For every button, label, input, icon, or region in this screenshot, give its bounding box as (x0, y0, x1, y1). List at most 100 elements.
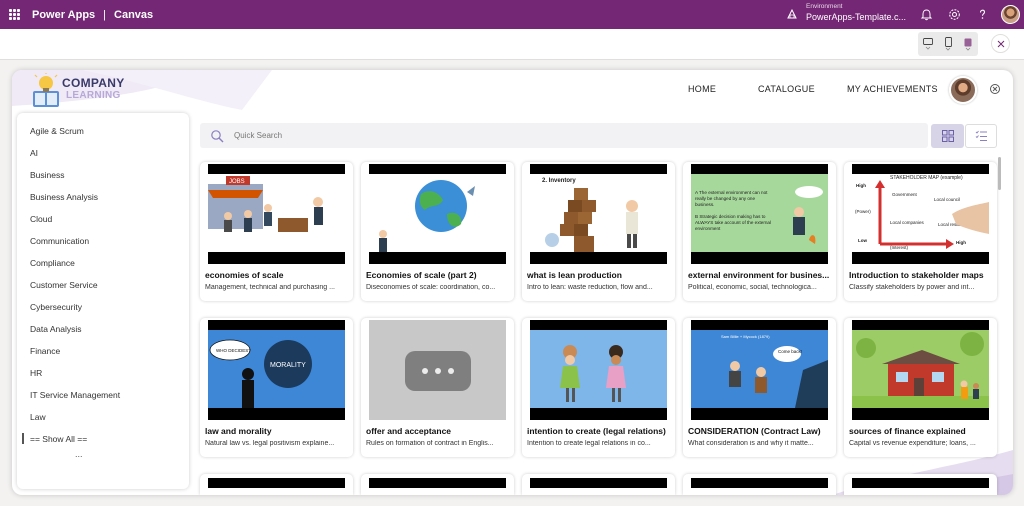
course-thumbnail[interactable] (691, 478, 828, 488)
stakeholder-map-illustration: STAKEHOLDER MAP (example) High (Power) L… (852, 174, 989, 252)
category-cybersecurity[interactable]: Cybersecurity (30, 302, 82, 312)
title-separator: | (103, 8, 107, 21)
logo-line1: COMPANY (62, 76, 125, 90)
course-thumbnail[interactable] (369, 164, 506, 264)
come-back-bubble: Come back! (778, 349, 802, 354)
fit-screen-icon (964, 38, 972, 46)
course-card-offer-and-acceptance[interactable]: offer and acceptance Rules on formation … (361, 318, 514, 457)
course-thumbnail[interactable] (530, 320, 667, 420)
course-thumbnail[interactable]: Sam Billie + Mycock (1879) Come back! (691, 320, 828, 420)
course-description: Natural law vs. legal positivism explain… (205, 440, 335, 447)
course-title: intention to create (legal relations) (527, 426, 666, 436)
course-card-sources-of-finance[interactable]: sources of finance explained Capital vs … (844, 318, 997, 457)
course-thumbnail[interactable] (530, 478, 667, 488)
category-business[interactable]: Business (30, 170, 65, 180)
quick-search-bar[interactable]: Quick Search (200, 123, 928, 148)
globe-illustration (369, 174, 506, 252)
app-launcher-icon[interactable] (9, 9, 20, 20)
course-thumbnail[interactable]: 2. Inventory (530, 164, 667, 264)
category-compliance[interactable]: Compliance (30, 258, 75, 268)
who-decides-label: WHO DECIDES? (216, 348, 251, 353)
chevron-down-icon (925, 46, 931, 50)
app-name: Power Apps (32, 8, 96, 21)
course-card-row3-2[interactable] (361, 474, 514, 495)
course-card-lean-production[interactable]: 2. Inventory what is lean production Int… (522, 162, 675, 301)
thinking-man-illustration (793, 186, 823, 244)
external-environment-slide: A The external environment can not reall… (691, 174, 828, 252)
course-thumbnail[interactable] (369, 320, 506, 420)
stakeholder-government: Government (892, 192, 918, 197)
course-card-external-environment[interactable]: A The external environment can not reall… (683, 162, 836, 301)
more-categories[interactable]: ... (75, 449, 83, 459)
gallery-scrollbar[interactable] (998, 157, 1001, 190)
stakeholder-map-title: STAKEHOLDER MAP (example) (890, 175, 963, 181)
nav-my-achievements[interactable]: MY ACHIEVEMENTS (847, 84, 938, 94)
axis-high-label: High (856, 183, 866, 188)
environment-name: PowerApps-Template.c... (806, 11, 907, 22)
help-icon[interactable] (976, 8, 989, 21)
fit-preview-button[interactable] (961, 35, 975, 53)
tablet-preview-button[interactable] (921, 35, 935, 53)
environment-icon[interactable] (786, 8, 798, 20)
category-ai[interactable]: AI (30, 148, 38, 158)
profile-avatar[interactable] (949, 76, 977, 104)
list-view-button[interactable] (965, 124, 997, 148)
course-thumbnail[interactable] (208, 478, 345, 488)
user-avatar[interactable] (1001, 5, 1020, 24)
category-cloud[interactable]: Cloud (30, 214, 52, 224)
nav-home[interactable]: HOME (688, 84, 716, 94)
course-card-economies-of-scale-part-2[interactable]: Economies of scale (part 2) Diseconomies… (361, 162, 514, 301)
search-icon (211, 130, 224, 143)
course-thumbnail[interactable]: MORALITY WHO DECIDES? (208, 320, 345, 420)
course-description: Diseconomies of scale: coordination, co.… (366, 284, 496, 291)
finance-illustration (852, 330, 989, 408)
category-law[interactable]: Law (30, 412, 46, 422)
course-thumbnail[interactable] (852, 320, 989, 420)
category-show-all[interactable]: == Show All == (30, 434, 87, 444)
course-title: economies of scale (205, 270, 284, 280)
course-thumbnail[interactable]: A The external environment can not reall… (691, 164, 828, 264)
phone-preview-button[interactable] (941, 35, 955, 53)
category-agile-scrum[interactable]: Agile & Scrum (30, 126, 84, 136)
course-card-economies-of-scale[interactable]: JOBS economies of scale Management, tech… (200, 162, 353, 301)
chevron-down-icon (965, 47, 971, 51)
course-card-row3-3[interactable] (522, 474, 675, 495)
course-description: Classify stakeholders by power and int..… (849, 284, 975, 291)
course-card-row3-4[interactable] (683, 474, 836, 495)
course-description: Political, economic, social, technologic… (688, 284, 817, 291)
course-title: law and morality (205, 426, 272, 436)
course-thumbnail[interactable]: STAKEHOLDER MAP (example) High (Power) L… (852, 164, 989, 264)
course-card-stakeholder-maps[interactable]: STAKEHOLDER MAP (example) High (Power) L… (844, 162, 997, 301)
course-description: Intention to create legal relations in c… (527, 440, 651, 447)
category-hr[interactable]: HR (30, 368, 42, 378)
stakeholder-council: Local council (934, 197, 960, 202)
exit-app-button[interactable] (990, 84, 1000, 94)
list-icon (975, 130, 987, 141)
nav-catalogue[interactable]: CATALOGUE (758, 84, 815, 94)
course-thumbnail[interactable] (852, 478, 989, 488)
gear-icon[interactable] (948, 8, 961, 21)
tablet-icon (923, 38, 933, 45)
category-finance[interactable]: Finance (30, 346, 60, 356)
environment-picker[interactable]: Environment PowerApps-Template.c... (806, 3, 907, 22)
course-card-law-and-morality[interactable]: MORALITY WHO DECIDES? law and morality N… (200, 318, 353, 457)
bell-icon[interactable] (920, 8, 933, 21)
axis-high2-label: High (956, 240, 966, 245)
grid-view-button[interactable] (931, 124, 964, 148)
category-data-analysis[interactable]: Data Analysis (30, 324, 82, 334)
course-description: Intro to lean: waste reduction, flow and… (527, 284, 653, 291)
category-customer-service[interactable]: Customer Service (30, 280, 98, 290)
morality-label: MORALITY (270, 362, 306, 369)
category-business-analysis[interactable]: Business Analysis (30, 192, 98, 202)
course-card-row3-5[interactable] (844, 474, 997, 495)
category-it-service-management[interactable]: IT Service Management (30, 390, 120, 400)
close-preview-button[interactable] (991, 34, 1010, 53)
course-card-intention-to-create[interactable]: intention to create (legal relations) In… (522, 318, 675, 457)
course-thumbnail[interactable] (369, 478, 506, 488)
course-thumbnail[interactable]: JOBS (208, 164, 345, 264)
course-title: Economies of scale (part 2) (366, 270, 477, 280)
course-card-row3-1[interactable] (200, 474, 353, 495)
course-card-consideration[interactable]: Sam Billie + Mycock (1879) Come back! CO… (683, 318, 836, 457)
category-communication[interactable]: Communication (30, 236, 89, 246)
powerapps-topbar: Power Apps | Canvas Environment PowerApp… (0, 0, 1024, 29)
